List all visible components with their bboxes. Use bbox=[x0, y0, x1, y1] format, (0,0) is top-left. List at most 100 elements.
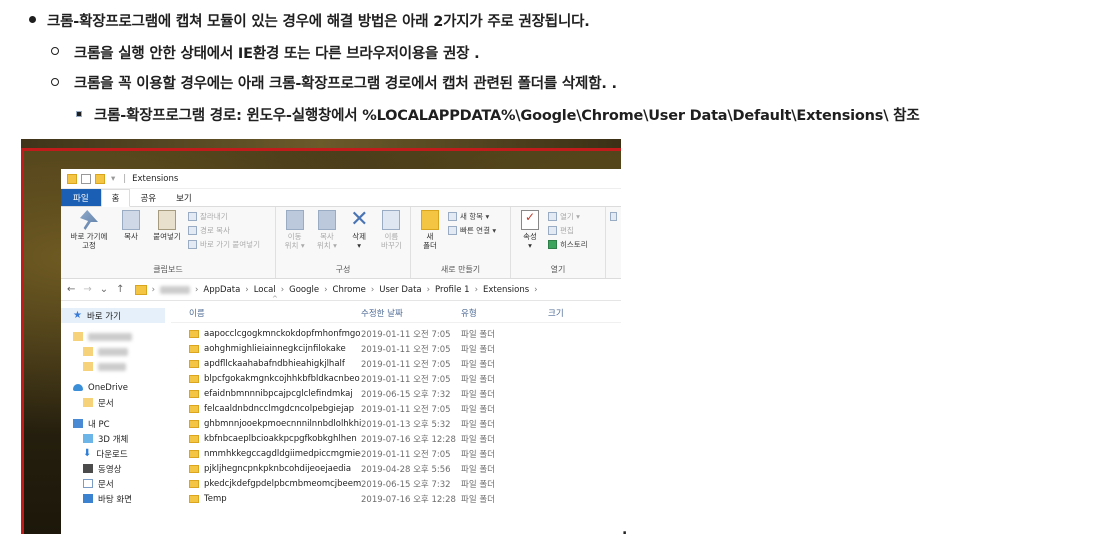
paste-shortcut-button[interactable]: 바로 가기 붙여넣기 bbox=[188, 239, 260, 250]
copy-icon bbox=[122, 210, 140, 230]
folder-icon bbox=[83, 398, 93, 407]
cube-icon bbox=[83, 434, 93, 443]
easy-access-button[interactable]: 빠른 연결 ▾ bbox=[448, 225, 496, 236]
address-bar: ← → ⌄ ↑ › › AppData › Local › Google › C… bbox=[61, 279, 621, 301]
file-list: ^ 이름 수정한 날짜 유형 크기 aapocclcgogkmnckokdopf… bbox=[171, 295, 621, 514]
forward-arrow-icon[interactable]: → bbox=[83, 284, 91, 295]
table-row[interactable]: blpcfgokakmgnkcojhhkbfbldkacnbeo 2019-01-… bbox=[171, 371, 621, 386]
crumb-user-data[interactable]: User Data bbox=[379, 285, 421, 295]
move-icon bbox=[285, 210, 304, 230]
column-date[interactable]: 수정한 날짜 bbox=[361, 307, 461, 319]
nav-3d-objects[interactable]: 3D 개체 bbox=[61, 431, 171, 446]
crumb-local[interactable]: Local bbox=[254, 285, 276, 295]
crumb-extensions[interactable]: Extensions bbox=[483, 285, 529, 295]
column-headers: 이름 수정한 날짜 유형 크기 bbox=[171, 303, 621, 323]
bullet-circle-1 bbox=[51, 47, 59, 55]
new-item-button[interactable]: 새 항목 ▾ bbox=[448, 211, 496, 222]
download-arrow-icon: ⬇ bbox=[83, 447, 92, 459]
history-button[interactable]: 히스토리 bbox=[548, 239, 588, 250]
sort-caret-icon: ^ bbox=[272, 295, 278, 303]
explorer-body: ★ 바로 가기 OneDrive 문서 내 PC 3D 개체 ⬇ 다운로드 동영상 … bbox=[61, 295, 621, 514]
nav-desktop[interactable]: 바탕 화면 bbox=[61, 491, 171, 506]
window-title: Extensions bbox=[132, 173, 179, 184]
table-row[interactable]: ghbmnnjooekpmoecnnnilnnbdlolhkhi 2019-01-… bbox=[171, 416, 621, 431]
nav-downloads[interactable]: ⬇ 다운로드 bbox=[61, 446, 171, 461]
star-icon: ★ bbox=[73, 309, 82, 321]
video-icon bbox=[83, 464, 93, 473]
folder-icon bbox=[189, 449, 199, 458]
tab-file[interactable]: 파일 bbox=[61, 189, 101, 206]
nav-quick-access[interactable]: ★ 바로 가기 bbox=[61, 308, 165, 323]
navigation-pane: ★ 바로 가기 OneDrive 문서 내 PC 3D 개체 ⬇ 다운로드 동영상 … bbox=[61, 301, 171, 514]
crumb-appdata[interactable]: AppData bbox=[203, 285, 240, 295]
column-name[interactable]: 이름 bbox=[171, 307, 361, 319]
bullet-path-note: 크롬-확장프로그램 경로: 윈도우-실행창에서 %LOCALAPPDATA%\G… bbox=[94, 108, 920, 124]
table-row[interactable]: pkedcjkdefgpdelpbcmbmeomcjbeemfm 2019-06-… bbox=[171, 476, 621, 491]
table-row[interactable]: efaidnbmnnnibpcajpcglclefindmkaj 2019-06-… bbox=[171, 386, 621, 401]
nav-blurred-item-2[interactable] bbox=[61, 344, 171, 359]
group-new: 새 폴더 새 항목 ▾ 빠른 연결 ▾ 새로 만들기 bbox=[411, 207, 511, 278]
table-row[interactable]: aohghmighlieiainnegkcijnfilokake 2019-01-… bbox=[171, 341, 621, 356]
table-row[interactable]: felcaaldnbdncclmgdcncolpebgiejap 2019-01-… bbox=[171, 401, 621, 416]
nav-onedrive[interactable]: OneDrive bbox=[61, 380, 171, 395]
ribbon-tabs: 파일 홈 공유 보기 bbox=[61, 189, 621, 207]
nav-onedrive-documents[interactable]: 문서 bbox=[61, 395, 171, 410]
cut-button[interactable]: 잘라내기 bbox=[188, 211, 260, 222]
properties-quick-icon[interactable] bbox=[81, 173, 91, 184]
table-row[interactable]: apdfllckaahabafndbhieahigkjlhalf 2019-01-… bbox=[171, 356, 621, 371]
tab-home[interactable]: 홈 bbox=[100, 189, 131, 207]
folder-icon bbox=[189, 479, 199, 488]
copy-path-button[interactable]: 경로 복사 bbox=[188, 225, 260, 236]
crumb-chrome[interactable]: Chrome bbox=[333, 285, 366, 295]
table-row[interactable]: aapocclcgogkmnckokdopfmhonfmgoek 2019-01-… bbox=[171, 326, 621, 341]
bullet-main: 크롬-확장프로그램에 캡쳐 모듈이 있는 경우에 해결 방법은 아래 2가지가 … bbox=[47, 14, 590, 30]
tab-share[interactable]: 공유 bbox=[130, 189, 166, 206]
new-folder-quick-icon[interactable] bbox=[95, 173, 105, 184]
chevron-down-icon[interactable]: ⌄ bbox=[100, 284, 108, 295]
nav-blurred-item-3[interactable] bbox=[61, 359, 171, 374]
column-size[interactable]: 크기 bbox=[548, 307, 608, 319]
edit-icon bbox=[548, 226, 557, 235]
open-button[interactable]: 열기 ▾ bbox=[548, 211, 588, 222]
nav-videos[interactable]: 동영상 bbox=[61, 461, 171, 476]
crumb-profile[interactable]: Profile 1 bbox=[435, 285, 470, 295]
folder-icon bbox=[189, 404, 199, 413]
ribbon: 바로 가기에 고정 복사 붙여넣기 잘라내기 경로 복사 바로 가기 붙여넣기 … bbox=[61, 207, 621, 279]
table-row[interactable]: pjkljhegncpnkpknbcohdijeoejaedia 2019-04-… bbox=[171, 461, 621, 476]
nav-blurred-item-1[interactable] bbox=[61, 329, 171, 344]
select-icon[interactable] bbox=[610, 212, 617, 221]
cloud-icon bbox=[73, 384, 83, 391]
folder-icon bbox=[83, 362, 93, 371]
folder-icon bbox=[189, 374, 199, 383]
paste-icon bbox=[158, 210, 176, 230]
delete-x-icon: ✕ bbox=[350, 207, 369, 232]
trailing-period: . bbox=[622, 522, 628, 538]
new-item-icon bbox=[448, 212, 457, 221]
edit-button[interactable]: 편집 bbox=[548, 225, 588, 236]
nav-this-pc[interactable]: 내 PC bbox=[61, 416, 171, 431]
table-row[interactable]: Temp 2019-07-16 오후 12:28 파일 폴더 bbox=[171, 491, 621, 506]
group-clipboard: 바로 가기에 고정 복사 붙여넣기 잘라내기 경로 복사 바로 가기 붙여넣기 … bbox=[61, 207, 276, 278]
folder-icon bbox=[83, 347, 93, 356]
up-arrow-icon[interactable]: ↑ bbox=[116, 284, 124, 295]
file-explorer-window: ▾ | Extensions 파일 홈 공유 보기 바로 가기에 고정 복사 붙… bbox=[61, 169, 621, 534]
desktop-icon bbox=[83, 494, 93, 503]
folder-icon bbox=[67, 173, 77, 184]
open-icon bbox=[548, 212, 557, 221]
file-rows: aapocclcgogkmnckokdopfmhonfmgoek 2019-01-… bbox=[171, 323, 621, 506]
easy-access-icon bbox=[448, 226, 457, 235]
folder-icon bbox=[73, 332, 83, 341]
chevron-down-icon[interactable]: ▾ bbox=[111, 174, 115, 184]
tab-view[interactable]: 보기 bbox=[166, 189, 202, 206]
folder-icon bbox=[189, 434, 199, 443]
back-arrow-icon[interactable]: ← bbox=[67, 284, 75, 295]
breadcrumb[interactable]: › › AppData › Local › Google › Chrome › … bbox=[134, 284, 538, 295]
nav-documents[interactable]: 문서 bbox=[61, 476, 171, 491]
column-type[interactable]: 유형 bbox=[461, 307, 548, 319]
new-folder-icon bbox=[421, 210, 439, 230]
bullet-circle-2 bbox=[51, 78, 59, 86]
table-row[interactable]: kbfnbcaeplbcioakkpcpgfkobkghlhen 2019-07-… bbox=[171, 431, 621, 446]
crumb-google[interactable]: Google bbox=[289, 285, 319, 295]
properties-icon bbox=[521, 210, 539, 230]
table-row[interactable]: nmmhkkegccagdldgiimedpiccmgmieda 2019-01-… bbox=[171, 446, 621, 461]
